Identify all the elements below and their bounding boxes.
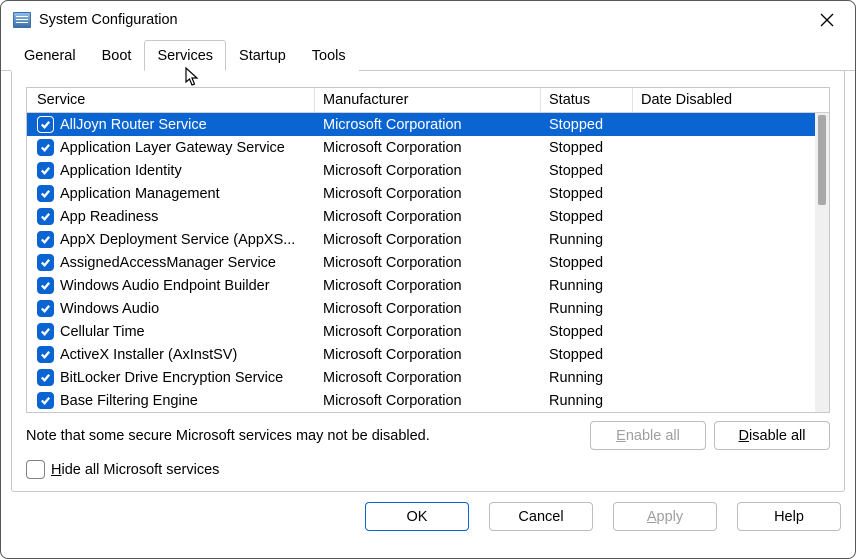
status-cell: Stopped <box>541 163 633 179</box>
vertical-scrollbar[interactable] <box>815 113 829 412</box>
status-cell: Running <box>541 278 633 294</box>
manufacturer-cell: Microsoft Corporation <box>315 370 541 386</box>
table-header: Service Manufacturer Status Date Disable… <box>27 88 829 113</box>
status-cell: Running <box>541 232 633 248</box>
row-checkbox[interactable] <box>37 162 54 179</box>
manufacturer-cell: Microsoft Corporation <box>315 232 541 248</box>
service-name: Cellular Time <box>60 324 145 340</box>
table-row[interactable]: Application Management Microsoft Corporat… <box>27 182 829 205</box>
tab-startup[interactable]: Startup <box>226 40 299 71</box>
row-checkbox[interactable] <box>37 116 54 133</box>
row-checkbox[interactable] <box>37 139 54 156</box>
header-service[interactable]: Service <box>27 88 315 112</box>
table-row[interactable]: BitLocker Drive Encryption Service Micros… <box>27 366 829 389</box>
tab-boot[interactable]: Boot <box>89 40 145 71</box>
row-checkbox[interactable] <box>37 231 54 248</box>
window-title: System Configuration <box>39 12 178 28</box>
service-name: AssignedAccessManager Service <box>60 255 276 271</box>
table-row[interactable]: Base Filtering Engine Microsoft Corporati… <box>27 389 829 412</box>
tab-services[interactable]: Services <box>144 40 226 71</box>
manufacturer-cell: Microsoft Corporation <box>315 140 541 156</box>
manufacturer-cell: Microsoft Corporation <box>315 278 541 294</box>
row-checkbox[interactable] <box>37 254 54 271</box>
status-cell: Running <box>541 370 633 386</box>
table-row[interactable]: Application Identity Microsoft Corporatio… <box>27 159 829 182</box>
ok-button[interactable]: OK <box>365 502 469 531</box>
apply-button[interactable]: Apply <box>613 502 717 531</box>
service-name: BitLocker Drive Encryption Service <box>60 370 283 386</box>
row-checkbox[interactable] <box>37 185 54 202</box>
hide-ms-checkbox[interactable] <box>26 460 45 479</box>
services-panel: Service Manufacturer Status Date Disable… <box>11 71 845 492</box>
service-name: Windows Audio <box>60 301 159 317</box>
status-cell: Stopped <box>541 347 633 363</box>
service-name: Windows Audio Endpoint Builder <box>60 278 270 294</box>
row-checkbox[interactable] <box>37 346 54 363</box>
dialog-buttons: OK Cancel Apply Help <box>1 492 855 531</box>
table-body: AllJoyn Router Service Microsoft Corporat… <box>27 113 829 412</box>
manufacturer-cell: Microsoft Corporation <box>315 393 541 409</box>
close-button[interactable] <box>807 5 847 35</box>
service-name: App Readiness <box>60 209 158 225</box>
scrollbar-thumb[interactable] <box>818 115 826 205</box>
tab-tools[interactable]: Tools <box>299 40 359 71</box>
header-manufacturer[interactable]: Manufacturer <box>315 88 541 112</box>
row-checkbox[interactable] <box>37 323 54 340</box>
table-row[interactable]: Cellular Time Microsoft CorporationStoppe… <box>27 320 829 343</box>
close-icon <box>820 13 834 27</box>
titlebar: System Configuration <box>1 1 855 39</box>
table-row[interactable]: AllJoyn Router Service Microsoft Corporat… <box>27 113 829 136</box>
row-checkbox[interactable] <box>37 277 54 294</box>
header-status[interactable]: Status <box>541 88 633 112</box>
manufacturer-cell: Microsoft Corporation <box>315 347 541 363</box>
services-table: Service Manufacturer Status Date Disable… <box>26 87 830 413</box>
row-checkbox[interactable] <box>37 300 54 317</box>
manufacturer-cell: Microsoft Corporation <box>315 301 541 317</box>
status-cell: Stopped <box>541 186 633 202</box>
manufacturer-cell: Microsoft Corporation <box>315 209 541 225</box>
table-row[interactable]: ActiveX Installer (AxInstSV) Microsoft Co… <box>27 343 829 366</box>
enable-all-button[interactable]: Enable all <box>590 421 706 450</box>
row-checkbox[interactable] <box>37 369 54 386</box>
disable-all-button[interactable]: Disable all <box>714 421 830 450</box>
cancel-button[interactable]: Cancel <box>489 502 593 531</box>
service-name: Application Identity <box>60 163 182 179</box>
table-row[interactable]: AssignedAccessManager Service Microsoft C… <box>27 251 829 274</box>
tab-bar: General Boot Services Startup Tools <box>1 39 855 71</box>
manufacturer-cell: Microsoft Corporation <box>315 163 541 179</box>
service-name: Application Management <box>60 186 220 202</box>
manufacturer-cell: Microsoft Corporation <box>315 255 541 271</box>
table-row[interactable]: Application Layer Gateway Service Microso… <box>27 136 829 159</box>
table-row[interactable]: App Readiness Microsoft CorporationStoppe… <box>27 205 829 228</box>
status-cell: Running <box>541 393 633 409</box>
manufacturer-cell: Microsoft Corporation <box>315 324 541 340</box>
row-checkbox[interactable] <box>37 208 54 225</box>
app-icon <box>13 12 31 28</box>
service-name: ActiveX Installer (AxInstSV) <box>60 347 237 363</box>
table-row[interactable]: Windows Audio Endpoint Builder Microsoft … <box>27 274 829 297</box>
status-cell: Running <box>541 301 633 317</box>
status-cell: Stopped <box>541 140 633 156</box>
service-name: Base Filtering Engine <box>60 393 198 409</box>
help-button[interactable]: Help <box>737 502 841 531</box>
header-date-disabled[interactable]: Date Disabled <box>633 88 829 112</box>
row-checkbox[interactable] <box>37 392 54 409</box>
status-cell: Stopped <box>541 117 633 133</box>
service-name: AllJoyn Router Service <box>60 117 207 133</box>
status-cell: Stopped <box>541 255 633 271</box>
manufacturer-cell: Microsoft Corporation <box>315 186 541 202</box>
service-name: AppX Deployment Service (AppXS... <box>60 232 295 248</box>
service-name: Application Layer Gateway Service <box>60 140 285 156</box>
tab-general[interactable]: General <box>11 40 89 71</box>
secure-services-note: Note that some secure Microsoft services… <box>26 428 430 444</box>
status-cell: Stopped <box>541 324 633 340</box>
table-row[interactable]: Windows Audio Microsoft CorporationRunnin… <box>27 297 829 320</box>
table-row[interactable]: AppX Deployment Service (AppXS... Microso… <box>27 228 829 251</box>
manufacturer-cell: Microsoft Corporation <box>315 117 541 133</box>
status-cell: Stopped <box>541 209 633 225</box>
hide-ms-label[interactable]: Hide all Microsoft services <box>51 462 219 478</box>
